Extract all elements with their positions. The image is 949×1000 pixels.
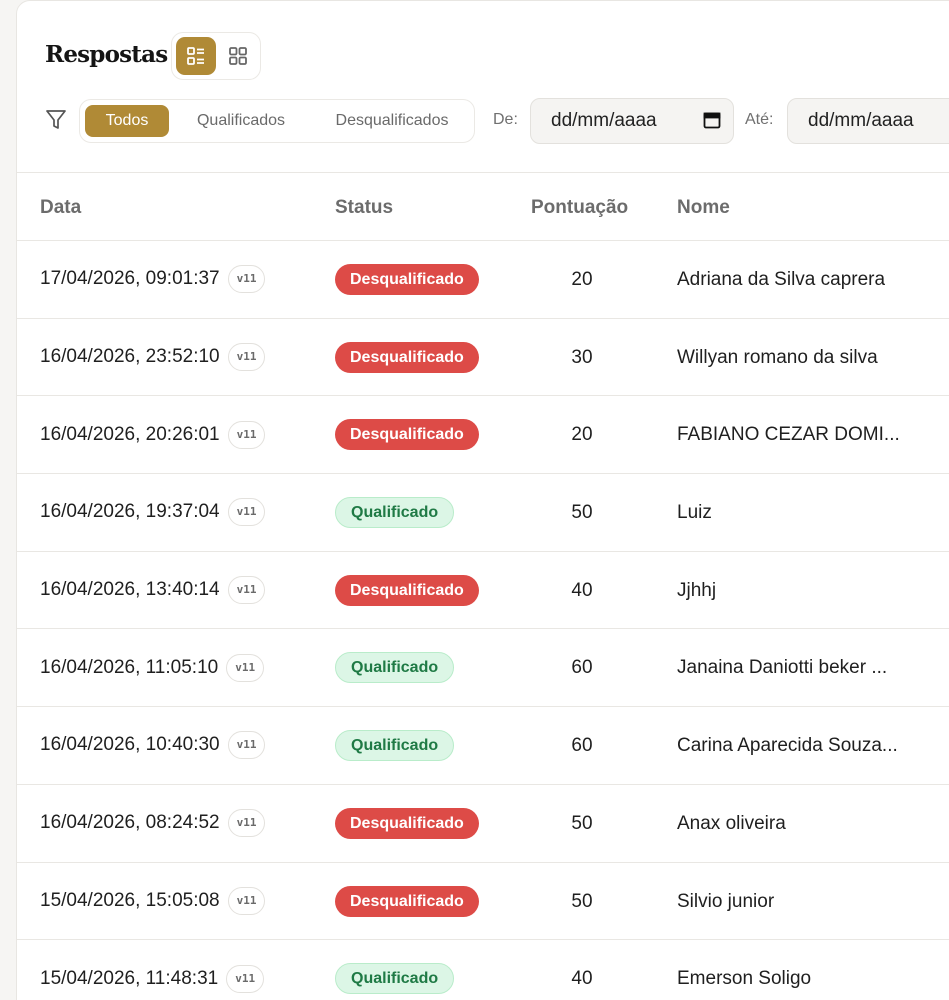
row-date-cell: 16/04/2026, 20:26:01 v11 — [40, 396, 266, 473]
table-header: Data Status Pontuação Nome — [17, 173, 949, 241]
row-score: 60 — [571, 735, 593, 757]
version-badge: v11 — [227, 265, 266, 294]
column-date[interactable]: Data — [40, 197, 81, 219]
row-name: Adriana da Silva caprera — [677, 269, 886, 290]
row-date-cell: 15/04/2026, 15:05:08 v11 — [40, 863, 266, 940]
grid-view-icon — [229, 47, 247, 65]
table-body: 17/04/2026, 09:01:37 v11 Desqualificado 20 A… — [17, 241, 949, 1000]
version-badge: v11 — [227, 576, 266, 605]
from-date-placeholder: dd/mm/aaaa — [551, 110, 657, 131]
status-badge: Desqualificado — [335, 419, 479, 451]
filter-disqualified[interactable]: Desqualificados — [314, 105, 470, 137]
list-view-icon — [187, 47, 204, 65]
column-status[interactable]: Status — [335, 197, 393, 219]
row-date-cell: 16/04/2026, 19:37:04 v11 — [40, 474, 266, 551]
status-badge: Qualificado — [335, 963, 455, 995]
calendar-icon[interactable] — [703, 111, 721, 129]
row-date-cell: 16/04/2026, 10:40:30 v11 — [40, 707, 266, 784]
status-badge: Desqualificado — [335, 264, 479, 295]
row-date: 15/04/2026, 11:48:31 — [40, 967, 219, 989]
row-date: 16/04/2026, 10:40:30 — [40, 734, 220, 756]
table-row[interactable]: 15/04/2026, 15:05:08 v11 Desqualificado 50 S… — [17, 863, 949, 941]
version-badge: v11 — [227, 343, 266, 372]
row-score: 20 — [571, 424, 593, 446]
table-row[interactable]: 16/04/2026, 13:40:14 v11 Desqualificado 40 J… — [17, 552, 949, 630]
row-date-cell: 16/04/2026, 08:24:52 v11 — [40, 785, 266, 862]
row-name: Anax oliveira — [677, 812, 786, 834]
row-date: 17/04/2026, 09:01:37 — [40, 268, 220, 290]
row-score: 40 — [571, 968, 593, 990]
row-date: 15/04/2026, 15:05:08 — [40, 889, 220, 911]
table-row[interactable]: 16/04/2026, 19:37:04 v11 Qualificado 50 Luiz — [17, 474, 949, 552]
filter-icon[interactable] — [45, 108, 67, 132]
row-name: Silvio junior — [677, 890, 775, 912]
table-row[interactable]: 16/04/2026, 20:26:01 v11 Desqualificado 20 F… — [17, 396, 949, 475]
filter-all[interactable]: Todos — [85, 105, 169, 137]
row-name: Willyan romano da silva — [677, 346, 878, 368]
status-badge: Qualificado — [335, 652, 455, 684]
responses-panel: Respostas Todos Qualificados Desqualific… — [16, 0, 949, 1000]
filter-qualified[interactable]: Qualificados — [176, 105, 306, 137]
row-score: 40 — [571, 579, 593, 601]
row-score: 30 — [571, 346, 593, 368]
status-badge: Desqualificado — [335, 341, 479, 373]
row-date-cell: 16/04/2026, 23:52:10 v11 — [40, 319, 266, 396]
table-row[interactable]: 16/04/2026, 11:05:10 v11 Qualificado 60 Jana… — [17, 629, 949, 708]
from-date-input[interactable]: dd/mm/aaaa — [530, 98, 734, 144]
view-toggle — [171, 32, 261, 80]
version-badge: v11 — [227, 498, 266, 527]
table-row[interactable]: 16/04/2026, 10:40:30 v11 Qualificado 60 Cari… — [17, 707, 949, 785]
to-date-placeholder: dd/mm/aaaa — [808, 110, 914, 131]
row-date: 16/04/2026, 23:52:10 — [40, 346, 220, 368]
status-filter: Todos Qualificados Desqualificados — [79, 99, 475, 143]
row-name: FABIANO CEZAR DOMI... — [677, 424, 900, 446]
row-name: Luiz — [677, 502, 712, 524]
status-badge: Desqualificado — [335, 807, 479, 839]
row-date: 16/04/2026, 11:05:10 — [40, 656, 219, 678]
row-score: 50 — [571, 502, 593, 524]
row-date-cell: 16/04/2026, 11:05:10 v11 — [40, 629, 265, 706]
status-badge: Desqualificado — [335, 574, 479, 606]
column-name[interactable]: Nome — [677, 197, 730, 219]
status-badge: Qualificado — [335, 497, 455, 529]
table-row[interactable]: 15/04/2026, 11:48:31 v11 Qualificado 40 Emer… — [17, 940, 949, 1000]
version-badge: v11 — [227, 886, 266, 915]
row-date: 16/04/2026, 19:37:04 — [40, 501, 220, 523]
row-date-cell: 16/04/2026, 13:40:14 v11 — [40, 552, 266, 629]
row-date-cell: 17/04/2026, 09:01:37 v11 — [40, 241, 266, 318]
column-score[interactable]: Pontuação — [531, 197, 628, 219]
row-score: 50 — [571, 890, 593, 912]
to-date-input[interactable]: dd/mm/aaaa — [787, 98, 949, 144]
row-name: Janaina Daniotti beker ... — [677, 657, 888, 679]
page-title: Respostas — [45, 41, 168, 68]
version-badge: v11 — [226, 964, 265, 993]
version-badge: v11 — [226, 653, 265, 682]
row-name: Emerson Soligo — [677, 968, 812, 990]
row-score: 20 — [571, 269, 593, 290]
version-badge: v11 — [227, 731, 266, 760]
table-row[interactable]: 16/04/2026, 23:52:10 v11 Desqualificado 30 W… — [17, 319, 949, 397]
table-row[interactable]: 17/04/2026, 09:01:37 v11 Desqualificado 20 A… — [17, 241, 949, 319]
list-view-button[interactable] — [176, 37, 216, 75]
row-date: 16/04/2026, 20:26:01 — [40, 423, 220, 445]
row-name: Carina Aparecida Souza... — [677, 735, 898, 757]
row-date: 16/04/2026, 08:24:52 — [40, 812, 220, 834]
table-row[interactable]: 16/04/2026, 08:24:52 v11 Desqualificado 50 A… — [17, 785, 949, 863]
from-label: De: — [493, 111, 518, 128]
version-badge: v11 — [227, 420, 266, 449]
grid-view-button[interactable] — [218, 37, 258, 75]
status-badge: Desqualificado — [335, 885, 479, 917]
row-score: 60 — [571, 657, 593, 679]
row-name: Jjhhj — [677, 579, 717, 601]
version-badge: v11 — [227, 809, 266, 838]
row-date-cell: 15/04/2026, 11:48:31 v11 — [40, 940, 265, 1000]
row-score: 50 — [571, 812, 593, 834]
status-badge: Qualificado — [335, 730, 455, 762]
panel-header: Respostas Todos Qualificados Desqualific… — [17, 1, 949, 173]
row-date: 16/04/2026, 13:40:14 — [40, 579, 220, 601]
to-label: Até: — [745, 111, 774, 128]
